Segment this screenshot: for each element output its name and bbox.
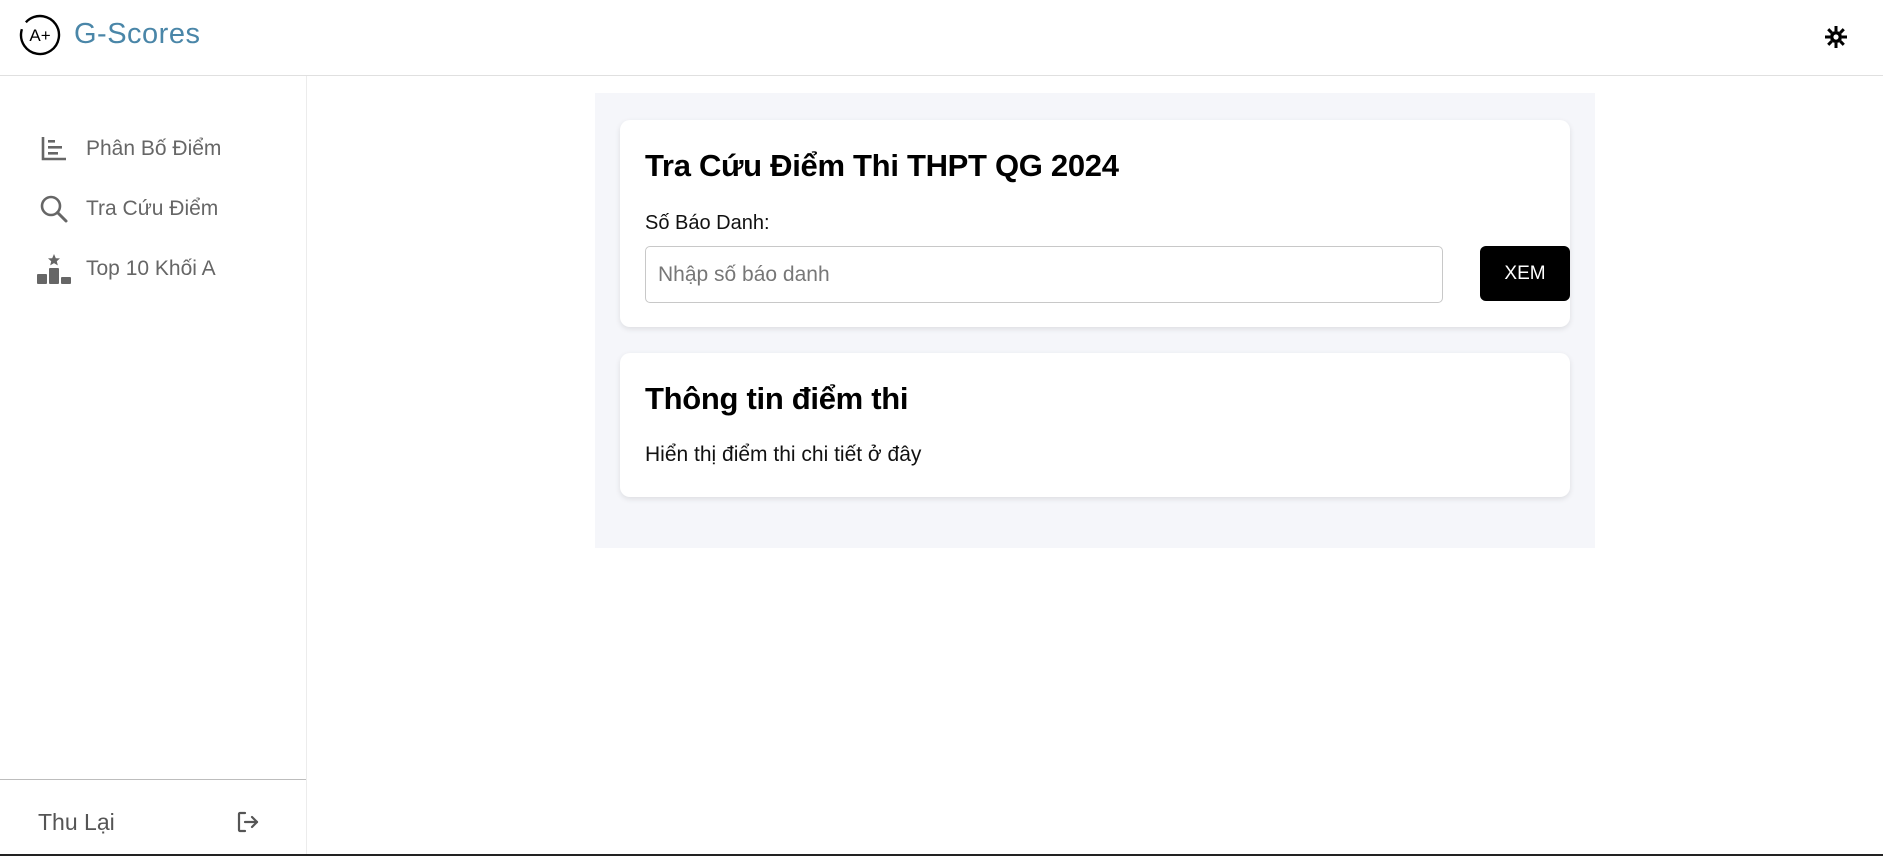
sidebar-item-label: Tra Cứu Điểm [86, 197, 219, 220]
app-root: A+ G-Scores Phân Bố Điểm Tra Cứu Điểm To… [0, 0, 1883, 856]
result-placeholder-text: Hiển thị điểm thi chi tiết ở đây [645, 443, 922, 466]
view-button[interactable]: XEM [1480, 246, 1570, 301]
bar-chart-icon [36, 133, 72, 165]
sidebar-item-label: Top 10 Khối A [86, 257, 216, 280]
search-card-title: Tra Cứu Điểm Thi THPT QG 2024 [645, 148, 1119, 183]
logout-button[interactable]: Thu Lại [38, 802, 260, 842]
sidebar-divider [0, 779, 306, 780]
top-header: A+ G-Scores [0, 0, 1883, 76]
svg-text:A+: A+ [29, 26, 50, 45]
podium-icon [36, 253, 72, 285]
logo-icon[interactable]: A+ [19, 14, 61, 56]
sidebar-item-score-lookup[interactable]: Tra Cứu Điểm [36, 189, 286, 229]
sun-gear-icon [1825, 26, 1847, 48]
sidebar-item-score-distribution[interactable]: Phân Bố Điểm [36, 129, 286, 169]
logout-label: Thu Lại [38, 808, 115, 835]
result-card: Thông tin điểm thi Hiển thị điểm thi chi… [620, 353, 1570, 497]
sidebar-item-label: Phân Bố Điểm [86, 137, 222, 160]
registration-number-label: Số Báo Danh: [645, 212, 770, 234]
sidebar: Phân Bố Điểm Tra Cứu Điểm Top 10 Khối A … [0, 76, 307, 856]
theme-toggle-button[interactable] [1821, 22, 1851, 52]
sidebar-item-top10[interactable]: Top 10 Khối A [36, 249, 286, 289]
logout-icon [237, 811, 259, 833]
search-icon [36, 193, 72, 225]
search-card: Tra Cứu Điểm Thi THPT QG 2024 Số Báo Dan… [620, 120, 1570, 327]
brand-name[interactable]: G-Scores [74, 16, 200, 52]
result-card-title: Thông tin điểm thi [645, 381, 909, 416]
main-panel: Tra Cứu Điểm Thi THPT QG 2024 Số Báo Dan… [595, 93, 1595, 548]
registration-number-input[interactable] [645, 246, 1443, 303]
